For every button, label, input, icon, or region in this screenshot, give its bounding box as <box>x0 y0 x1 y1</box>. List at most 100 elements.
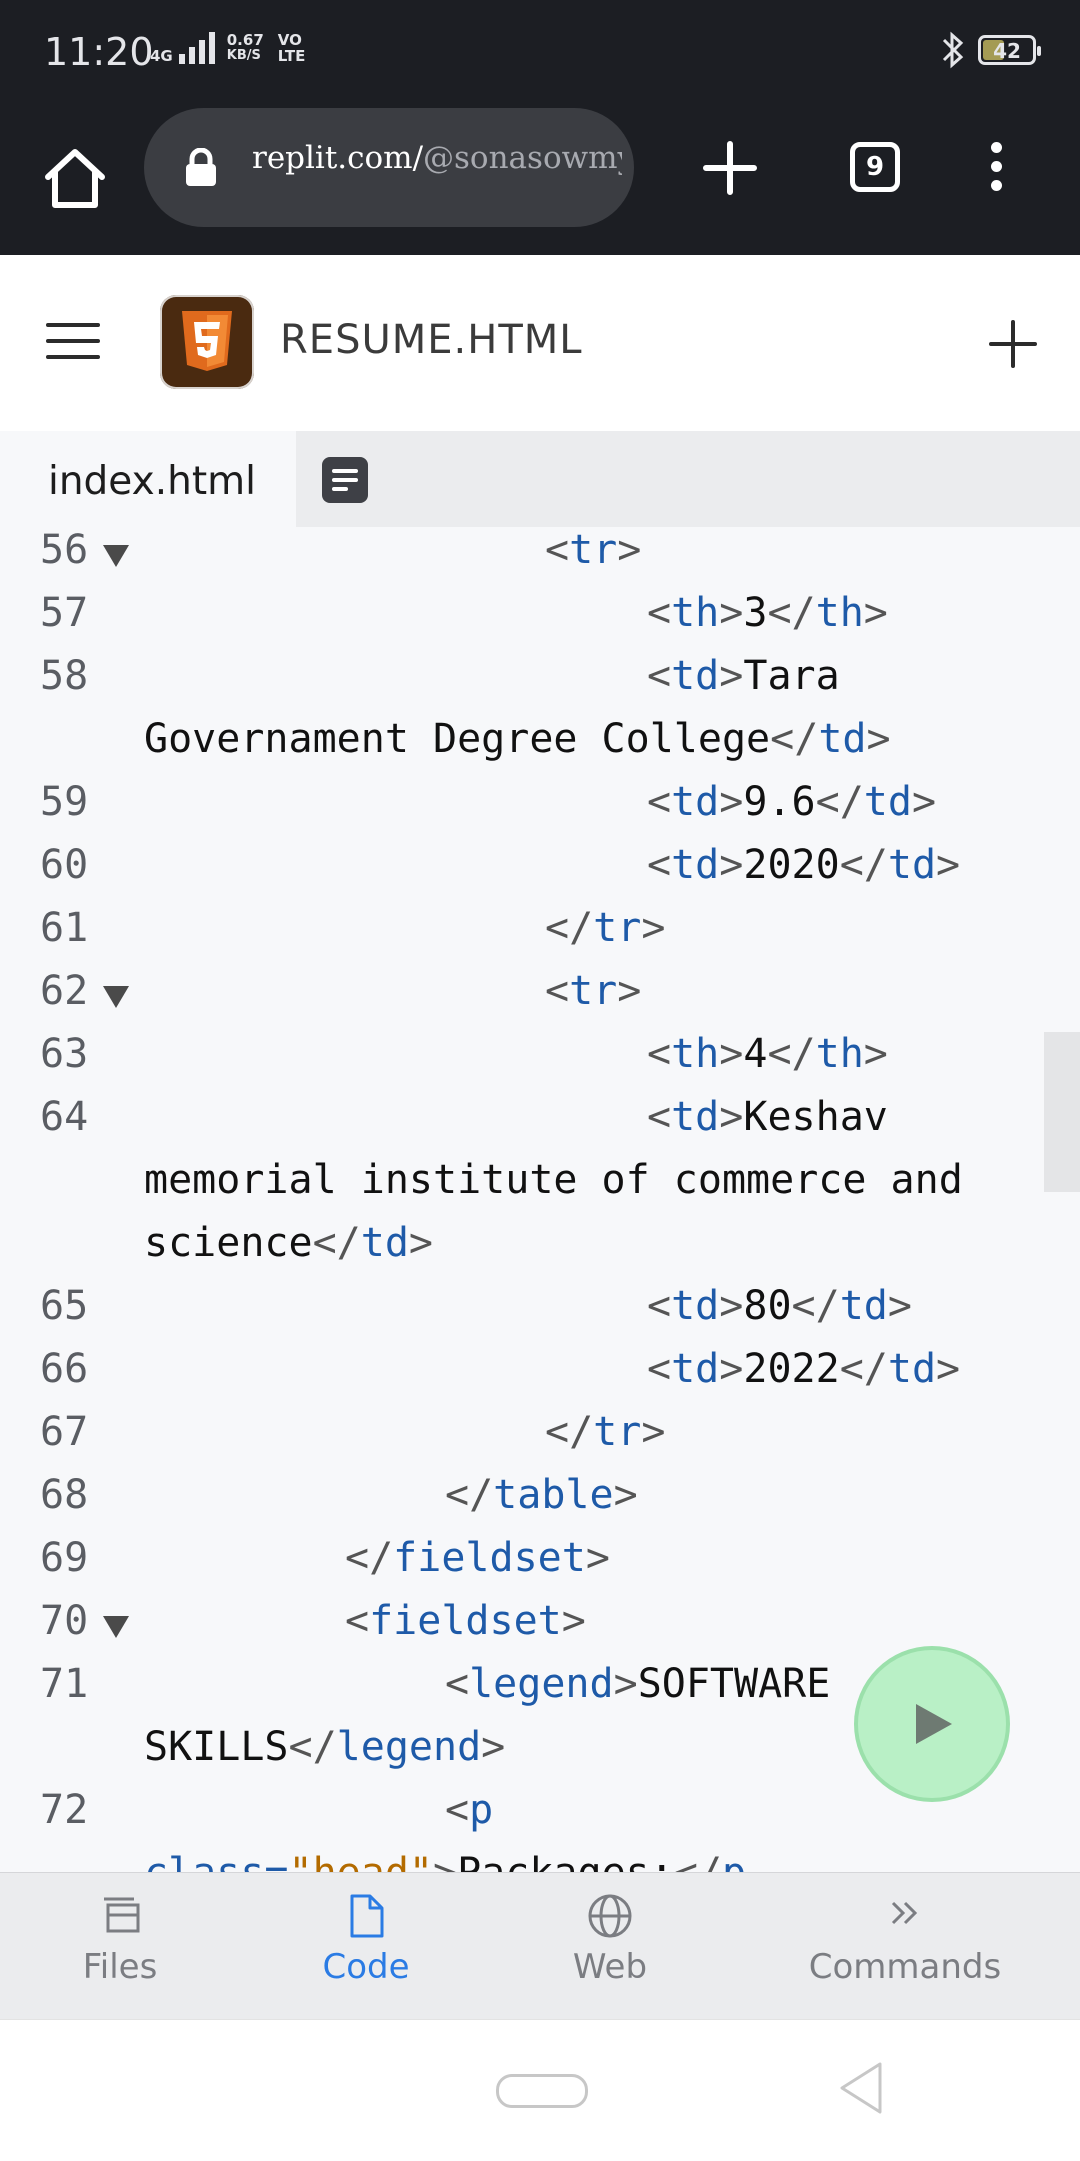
files-icon <box>104 1897 140 1933</box>
code-token: > <box>866 716 891 762</box>
code-token: </ <box>839 842 888 888</box>
code-token: </ <box>839 1346 888 1392</box>
code-line[interactable]: 66 <td>2022</td> <box>0 1346 1080 1409</box>
code-token: > <box>719 842 744 888</box>
code-token: > <box>719 1346 744 1392</box>
speed-unit: KB/S <box>226 48 261 63</box>
file-tab-bar: index.html <box>0 431 1080 527</box>
code-token: < <box>647 779 672 825</box>
fold-arrow-icon[interactable] <box>103 1616 129 1638</box>
code-token: < <box>647 1346 672 1392</box>
bluetooth-icon <box>942 31 964 69</box>
code-token: SOFTWARE <box>637 1661 831 1707</box>
code-line[interactable]: 59 <td>9.6</td> <box>0 779 1080 842</box>
more-vert-icon[interactable] <box>988 142 1004 198</box>
code-token: tr <box>569 527 618 573</box>
address-bar[interactable]: replit.com/@sonasowmy <box>144 108 634 227</box>
code-line[interactable]: 69 </fieldset> <box>0 1535 1080 1598</box>
run-button[interactable] <box>858 1650 1006 1798</box>
code-line[interactable]: 64 <td>Keshav <box>0 1094 1080 1157</box>
code-token: > <box>561 1598 586 1644</box>
code-token: > <box>719 1094 744 1140</box>
tab-index-html[interactable]: index.html <box>0 431 296 527</box>
code-text: </fieldset> <box>345 1535 610 1581</box>
code-token: < <box>647 1283 672 1329</box>
code-text: <td>2022</td> <box>647 1346 960 1392</box>
code-line-wrap[interactable]: science</td> <box>0 1220 1080 1283</box>
code-text: <td>9.6</td> <box>647 779 936 825</box>
nav-commands[interactable]: Commands <box>800 1873 1010 2020</box>
nav-web[interactable]: Web <box>530 1873 690 2020</box>
code-token: td <box>818 716 867 762</box>
nav-label: Commands <box>808 1947 1002 1987</box>
line-number: 64 <box>40 1094 89 1140</box>
tabs-icon[interactable]: 9 <box>850 142 900 192</box>
code-token: 2022 <box>743 1346 840 1392</box>
menu-icon[interactable] <box>46 323 100 363</box>
code-token: </ <box>770 716 819 762</box>
code-token: > <box>641 905 666 951</box>
nav-files[interactable]: Files <box>40 1873 200 2020</box>
code-token: > <box>936 842 961 888</box>
code-token: > <box>936 1346 961 1392</box>
code-token: th <box>671 590 720 636</box>
code-token: < <box>647 590 672 636</box>
code-line[interactable]: 61 </tr> <box>0 905 1080 968</box>
code-line[interactable]: 62 <tr> <box>0 968 1080 1031</box>
code-line[interactable]: 57 <th>3</th> <box>0 590 1080 653</box>
code-token: > <box>617 527 642 573</box>
code-line[interactable]: 67 </tr> <box>0 1409 1080 1472</box>
code-token: > <box>433 1850 457 1872</box>
fold-arrow-icon[interactable] <box>103 545 129 567</box>
code-token: Keshav <box>743 1094 888 1140</box>
line-number: 66 <box>40 1346 89 1392</box>
line-number: 61 <box>40 905 89 951</box>
app-header: RESUME.HTML <box>0 255 1080 431</box>
line-number: 58 <box>40 653 89 699</box>
code-token: < <box>647 653 672 699</box>
code-line[interactable]: 56 <tr> <box>0 527 1080 590</box>
code-token: p <box>469 1787 494 1833</box>
code-token: td <box>887 842 937 888</box>
chevron-double-right-icon <box>891 1901 918 1925</box>
code-token: memorial institute of commerce and <box>144 1157 963 1203</box>
code-text: </tr> <box>545 1409 665 1455</box>
code-text: <th>4</th> <box>647 1031 888 1077</box>
code-text: </table> <box>445 1472 638 1518</box>
line-number: 67 <box>40 1409 89 1455</box>
back-icon[interactable] <box>836 2060 886 2116</box>
code-token: </ <box>545 905 594 951</box>
nav-label: Files <box>82 1947 158 1987</box>
code-line[interactable]: 63 <th>4</th> <box>0 1031 1080 1094</box>
code-token: </ <box>767 1031 816 1077</box>
code-line[interactable]: 68 </table> <box>0 1472 1080 1535</box>
plus-icon[interactable] <box>988 319 1038 369</box>
code-line[interactable]: 58 <td>Tara <box>0 653 1080 716</box>
home-icon[interactable] <box>40 143 110 213</box>
code-token: < <box>445 1787 470 1833</box>
code-text: memorial institute of commerce and <box>144 1157 963 1203</box>
code-token: </ <box>345 1535 394 1581</box>
code-line-wrap[interactable]: memorial institute of commerce and <box>0 1157 1080 1220</box>
console-icon[interactable] <box>322 457 368 503</box>
code-text: class="head">Packages:</p <box>144 1850 746 1872</box>
code-line[interactable]: 65 <td>80</td> <box>0 1283 1080 1346</box>
code-line[interactable]: 60 <td>2020</td> <box>0 842 1080 905</box>
nav-code[interactable]: Code <box>286 1873 446 2020</box>
code-token: tr <box>593 905 642 951</box>
code-token: > <box>613 1472 638 1518</box>
code-line-wrap[interactable]: Governament Degree College</td> <box>0 716 1080 779</box>
code-token: < <box>647 1094 672 1140</box>
fold-arrow-icon[interactable] <box>103 986 129 1008</box>
code-text: <th>3</th> <box>647 590 888 636</box>
code-line-wrap[interactable]: class="head">Packages:</p <box>0 1850 1080 1872</box>
new-tab-plus-icon[interactable] <box>700 138 760 198</box>
code-token: < <box>545 968 570 1014</box>
url-text[interactable]: replit.com/@sonasowmy <box>252 140 622 176</box>
line-number: 63 <box>40 1031 89 1077</box>
line-number: 60 <box>40 842 89 888</box>
home-pill-icon[interactable] <box>496 2074 588 2108</box>
line-number: 57 <box>40 590 89 636</box>
line-number: 65 <box>40 1283 89 1329</box>
code-token: 2020 <box>743 842 840 888</box>
